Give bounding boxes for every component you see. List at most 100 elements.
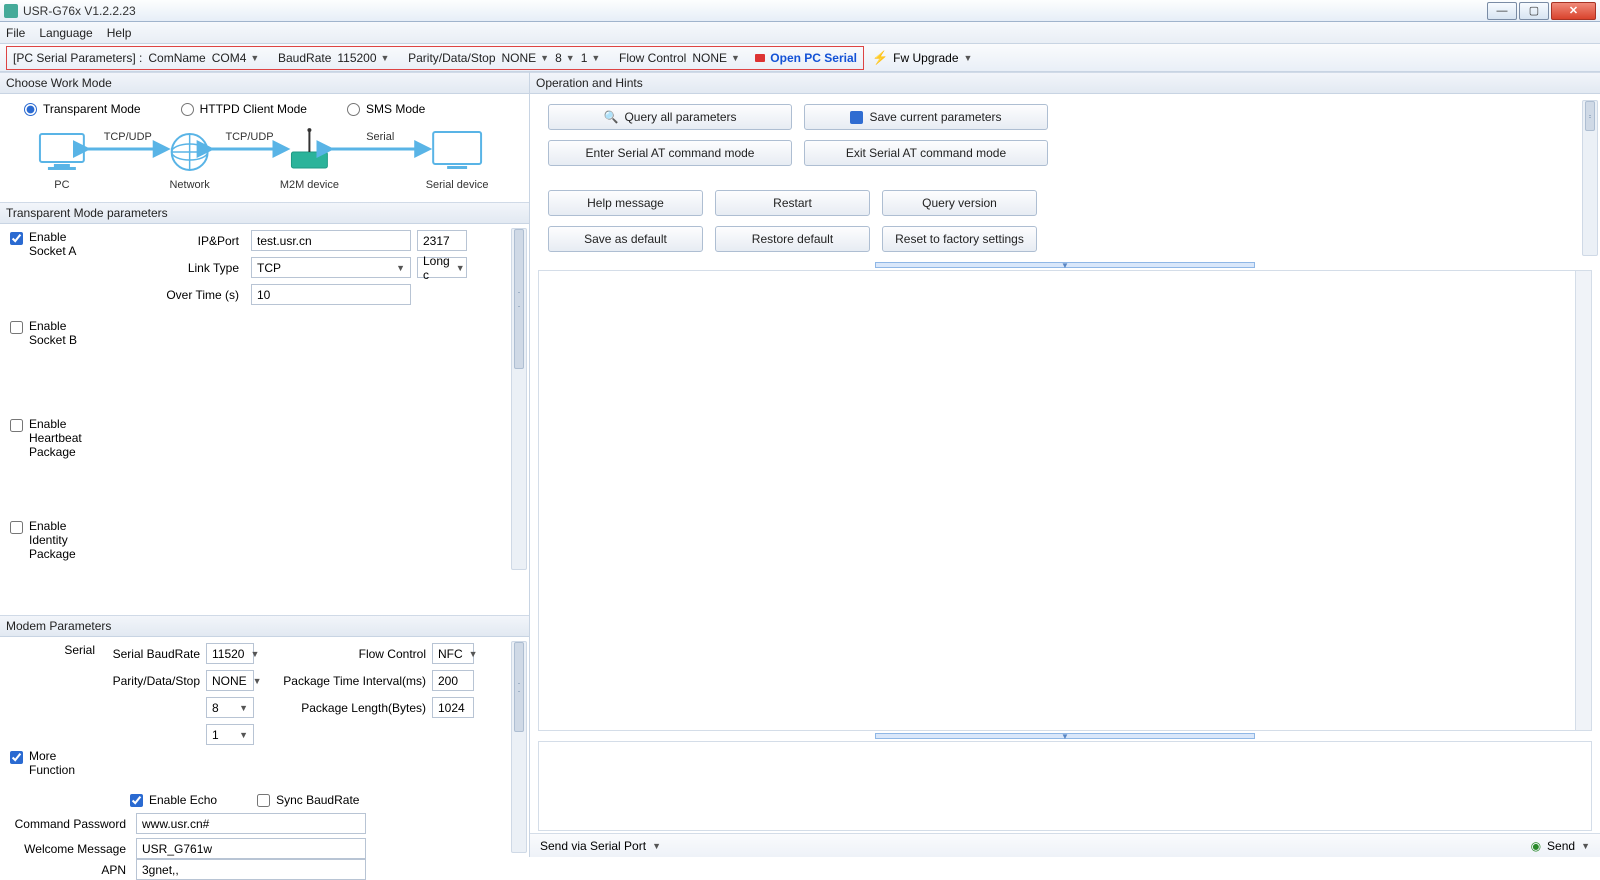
modem-params: Serial Serial BaudRate 11520▼ Flow Contr… <box>0 637 529 857</box>
enter-at-button[interactable]: Enter Serial AT command mode <box>548 140 792 166</box>
modem-parity-select[interactable]: NONE▼ <box>206 670 254 691</box>
enable-socket-b-check[interactable]: EnableSocket B <box>10 319 519 347</box>
restart-button[interactable]: Restart <box>715 190 870 216</box>
serial-params-label: [PC Serial Parameters] : <box>13 51 142 65</box>
console-output[interactable] <box>538 270 1592 731</box>
baudrate-label: BaudRate <box>278 51 331 65</box>
serial-baud-select[interactable]: 11520▼ <box>206 643 254 664</box>
radio-sms-mode[interactable]: SMS Mode <box>347 102 425 116</box>
window-title: USR-G76x V1.2.2.23 <box>23 4 136 18</box>
modem-data-select[interactable]: 8▼ <box>206 697 254 718</box>
socket-a-port-input[interactable] <box>417 230 467 251</box>
serial-status-icon <box>755 54 765 62</box>
work-mode-radios: Transparent Mode HTTPD Client Mode SMS M… <box>0 94 529 124</box>
restore-default-button[interactable]: Restore default <box>715 226 870 252</box>
linktype-select[interactable]: TCP▼ <box>251 257 411 278</box>
transparent-scrollbar[interactable] <box>511 228 527 570</box>
apn-label: APN <box>10 863 130 877</box>
pkg-len-input[interactable] <box>432 697 474 718</box>
ipport-label: IP&Port <box>105 234 245 248</box>
ops-scrollbar[interactable] <box>1582 100 1598 256</box>
serial-parameters-group: [PC Serial Parameters] : ComName COM4▼ B… <box>6 46 864 70</box>
sync-baud-check[interactable]: Sync BaudRate <box>257 793 359 807</box>
topology-diagram: PC Network M2M device Serial device TCP/… <box>10 124 519 196</box>
main-area: Choose Work Mode Transparent Mode HTTPD … <box>0 72 1600 857</box>
search-doc-icon: 🔍 <box>604 110 619 124</box>
pkg-time-input[interactable] <box>432 670 474 691</box>
modem-flow-select[interactable]: NFC▼ <box>432 643 474 664</box>
enable-socket-a-check[interactable]: EnableSocket A <box>10 230 105 258</box>
send-input-area[interactable] <box>538 741 1592 831</box>
cmd-password-label: Command Password <box>10 817 130 831</box>
pkg-len-label: Package Length(Bytes) <box>276 701 426 715</box>
close-button[interactable]: ✕ <box>1551 2 1596 20</box>
flowcontrol-label: Flow Control <box>619 51 686 65</box>
more-function-check[interactable]: MoreFunction <box>10 749 105 777</box>
choose-work-mode-header: Choose Work Mode <box>0 72 529 94</box>
linktype-label: Link Type <box>105 261 245 275</box>
svg-text:Network: Network <box>170 179 211 191</box>
radio-httpd-mode[interactable]: HTTPD Client Mode <box>181 102 307 116</box>
svg-text:PC: PC <box>54 179 69 191</box>
save-current-button[interactable]: Save current parameters <box>804 104 1048 130</box>
send-button[interactable]: ◉Send▼ <box>1531 839 1590 853</box>
send-via-select[interactable]: Send via Serial Port▼ <box>540 839 661 853</box>
left-pane: Choose Work Mode Transparent Mode HTTPD … <box>0 72 530 857</box>
right-pane: Operation and Hints 🔍Query all parameter… <box>530 72 1600 857</box>
transparent-params-header: Transparent Mode parameters <box>0 202 529 224</box>
pkg-time-label: Package Time Interval(ms) <box>276 674 426 688</box>
modem-flow-label: Flow Control <box>351 647 426 661</box>
bolt-icon: ⚡ <box>872 50 888 66</box>
app-icon <box>4 4 18 18</box>
toolbar: [PC Serial Parameters] : ComName COM4▼ B… <box>0 44 1600 72</box>
minimize-button[interactable]: — <box>1487 2 1517 20</box>
maximize-button[interactable]: ▢ <box>1519 2 1549 20</box>
socket-a-ip-input[interactable] <box>251 230 411 251</box>
splitter-top[interactable]: ▼ <box>538 262 1592 268</box>
stopbits-select[interactable]: 1▼ <box>581 51 601 65</box>
enable-heartbeat-check[interactable]: EnableHeartbeatPackage <box>10 417 519 459</box>
connection-select[interactable]: Long c▼ <box>417 257 467 278</box>
menu-language[interactable]: Language <box>39 26 92 40</box>
welcome-input[interactable] <box>136 838 366 859</box>
serial-baud-label: Serial BaudRate <box>105 647 200 661</box>
fw-upgrade-button[interactable]: ⚡Fw Upgrade▼ <box>872 50 972 66</box>
modem-stop-select[interactable]: 1▼ <box>206 724 254 745</box>
apn-input[interactable] <box>136 859 366 880</box>
help-message-button[interactable]: Help message <box>548 190 703 216</box>
enable-echo-check[interactable]: Enable Echo <box>130 793 217 807</box>
open-pc-serial-button[interactable]: Open PC Serial <box>755 51 857 65</box>
operation-hints-header: Operation and Hints <box>530 72 1600 94</box>
comname-select[interactable]: COM4▼ <box>212 51 260 65</box>
menu-help[interactable]: Help <box>107 26 132 40</box>
factory-reset-button[interactable]: Reset to factory settings <box>882 226 1037 252</box>
svg-text:Serial device: Serial device <box>426 179 489 191</box>
modem-parity-label: Parity/Data/Stop <box>105 674 200 688</box>
send-icon: ◉ <box>1531 839 1541 853</box>
svg-text:M2M device: M2M device <box>280 179 339 191</box>
splitter-bottom[interactable]: ▼ <box>538 733 1592 739</box>
title-bar: USR-G76x V1.2.2.23 — ▢ ✕ <box>0 0 1600 22</box>
enable-identity-check[interactable]: EnableIdentityPackage <box>10 519 519 561</box>
radio-transparent-mode[interactable]: Transparent Mode <box>24 102 141 116</box>
menu-file[interactable]: File <box>6 26 25 40</box>
window-buttons: — ▢ ✕ <box>1485 2 1596 20</box>
query-all-button[interactable]: 🔍Query all parameters <box>548 104 792 130</box>
overtime-input[interactable] <box>251 284 411 305</box>
svg-text:TCP/UDP: TCP/UDP <box>225 131 273 143</box>
cmd-password-input[interactable] <box>136 813 366 834</box>
flowcontrol-select[interactable]: NONE▼ <box>692 51 740 65</box>
modem-scrollbar[interactable] <box>511 641 527 853</box>
baudrate-select[interactable]: 115200▼ <box>337 51 389 65</box>
transparent-params: EnableSocket A IP&Port Link Type TCP▼ Lo… <box>0 224 529 615</box>
exit-at-button[interactable]: Exit Serial AT command mode <box>804 140 1048 166</box>
save-default-button[interactable]: Save as default <box>548 226 703 252</box>
databits-select[interactable]: 8▼ <box>555 51 575 65</box>
serial-group-label: Serial <box>64 643 95 657</box>
svg-text:Serial: Serial <box>366 131 394 143</box>
query-version-button[interactable]: Query version <box>882 190 1037 216</box>
parity-select[interactable]: NONE▼ <box>502 51 550 65</box>
operation-buttons: 🔍Query all parameters Save current param… <box>530 94 1600 262</box>
menu-bar: File Language Help <box>0 22 1600 44</box>
console-scrollbar[interactable] <box>1575 271 1591 730</box>
